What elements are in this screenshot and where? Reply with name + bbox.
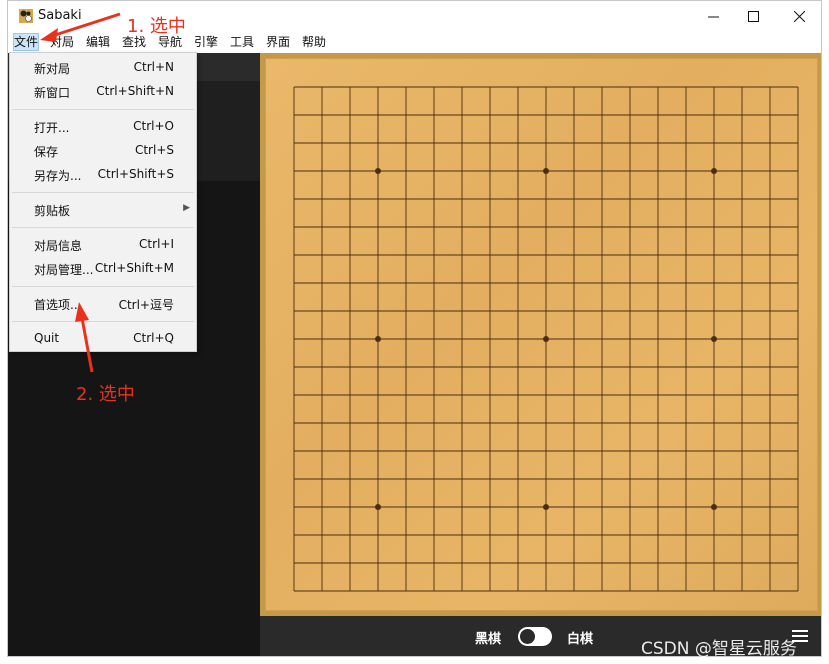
player-toggle[interactable] xyxy=(518,627,552,646)
menu-tools[interactable]: 工具 xyxy=(230,34,254,50)
submenu-arrow-icon: ▶ xyxy=(183,203,190,213)
menu-item-quit[interactable]: Quit Ctrl+Q xyxy=(10,328,196,350)
menu-item-preferences[interactable]: 首选项... Ctrl+逗号 xyxy=(10,293,196,315)
menu-item-shortcut: Ctrl+S xyxy=(134,143,174,157)
maximize-button[interactable] xyxy=(730,1,776,31)
menu-item-label: 对局管理... xyxy=(34,263,94,277)
menu-separator xyxy=(12,109,194,110)
star-point xyxy=(543,504,549,510)
star-point xyxy=(711,168,717,174)
menu-item-shortcut: Ctrl+O xyxy=(133,119,174,133)
star-point xyxy=(375,504,381,510)
menu-separator xyxy=(12,227,194,228)
menu-item-shortcut: Ctrl+Shift+S xyxy=(97,167,174,181)
star-point xyxy=(543,336,549,342)
annotation-step1-label: 1. 选中 xyxy=(127,16,186,37)
menu-item-label: 打开... xyxy=(34,121,70,135)
menu-item-save-as[interactable]: 另存为... Ctrl+Shift+S xyxy=(10,164,196,186)
menu-item-shortcut: Ctrl+Q xyxy=(133,331,174,345)
close-button[interactable] xyxy=(776,1,821,31)
window-title: Sabaki xyxy=(38,8,82,23)
sabaki-logo-icon xyxy=(19,9,33,23)
go-board[interactable] xyxy=(265,58,818,611)
black-player-label: 黑棋 xyxy=(475,632,502,647)
menu-edit[interactable]: 编辑 xyxy=(86,34,110,50)
menu-item-label: 新对局 xyxy=(34,62,71,76)
menu-item-new-window[interactable]: 新窗口 Ctrl+Shift+N xyxy=(10,81,196,103)
menu-item-open[interactable]: 打开... Ctrl+O xyxy=(10,116,196,138)
menu-item-shortcut: Ctrl+N xyxy=(133,60,174,74)
menu-item-shortcut: Ctrl+I xyxy=(139,237,174,251)
menu-separator xyxy=(12,192,194,193)
menu-item-game-info[interactable]: 对局信息 Ctrl+I xyxy=(10,234,196,256)
menu-item-label: 另存为... xyxy=(34,169,82,183)
menu-game[interactable]: 对局 xyxy=(50,34,74,50)
menu-item-label: 新窗口 xyxy=(34,86,71,100)
menu-item-clipboard[interactable]: 剪贴板 ▶ xyxy=(10,199,196,221)
menu-item-shortcut: Ctrl+Shift+N xyxy=(96,84,174,98)
toggle-knob xyxy=(520,629,535,644)
menu-item-label: 剪贴板 xyxy=(34,204,71,218)
file-menu-dropdown: 新对局 Ctrl+N 新窗口 Ctrl+Shift+N 打开... Ctrl+O… xyxy=(9,52,197,352)
menu-item-label: 对局信息 xyxy=(34,239,83,253)
menu-item-new-game[interactable]: 新对局 Ctrl+N xyxy=(10,57,196,79)
menu-item-save[interactable]: 保存 Ctrl+S xyxy=(10,140,196,162)
annotation-step2-label: 2. 选中 xyxy=(76,384,135,405)
board-grid[interactable] xyxy=(265,58,818,611)
watermark: CSDN @智星云服务 xyxy=(641,639,797,659)
menu-file[interactable]: 文件 xyxy=(12,33,40,51)
board-area xyxy=(260,53,821,616)
menu-help[interactable]: 帮助 xyxy=(302,34,326,50)
menu-engine[interactable]: 引擎 xyxy=(194,34,218,50)
menu-item-manage-games[interactable]: 对局管理... Ctrl+Shift+M xyxy=(10,258,196,280)
white-player-label: 白棋 xyxy=(567,632,594,647)
minimize-icon xyxy=(707,16,719,17)
close-icon xyxy=(793,10,805,22)
menu-item-label: Quit xyxy=(34,331,60,345)
star-point xyxy=(375,168,381,174)
star-point xyxy=(711,336,717,342)
menu-item-label: 首选项... xyxy=(34,298,82,312)
app-window: Sabaki 文件 对局 编辑 查找 导航 引擎 工具 界面 帮助 黑棋 白棋 … xyxy=(7,0,822,657)
menu-item-shortcut: Ctrl+逗号 xyxy=(118,298,174,312)
menu-separator xyxy=(12,286,194,287)
maximize-icon xyxy=(747,10,759,22)
menu-view[interactable]: 界面 xyxy=(266,34,290,50)
menu-separator xyxy=(12,321,194,322)
menu-item-label: 保存 xyxy=(34,145,59,159)
star-point xyxy=(543,168,549,174)
menu-item-shortcut: Ctrl+Shift+M xyxy=(94,261,174,275)
star-point xyxy=(711,504,717,510)
star-point xyxy=(375,336,381,342)
